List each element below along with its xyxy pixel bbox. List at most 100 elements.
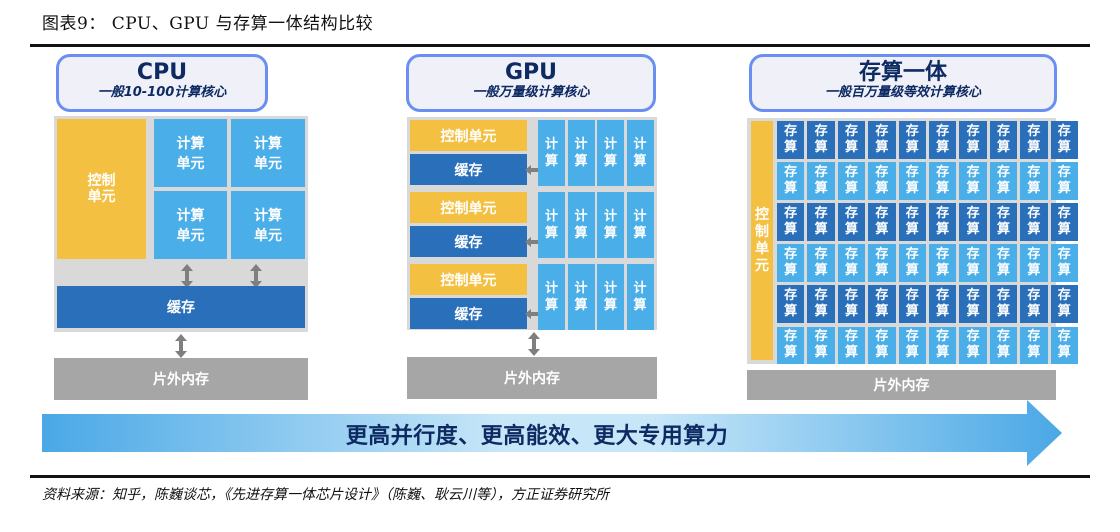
- compute-label: 计算单元: [254, 208, 282, 244]
- cim-cell-label: 存算: [996, 247, 1010, 279]
- cim-compute-cell: 存算: [959, 285, 987, 323]
- gpu-control-unit: 控制单元: [410, 120, 527, 151]
- cim-compute-cell: 存算: [777, 203, 805, 241]
- cim-cell-label: 存算: [905, 247, 919, 279]
- cim-cell-label: 存算: [784, 247, 798, 279]
- gpu-title: GPU: [504, 60, 558, 85]
- cim-compute-cell: 存算: [929, 326, 957, 364]
- cim-cell-label: 存算: [875, 288, 889, 320]
- cim-compute-cell: 存算: [868, 121, 896, 159]
- cim-compute-cell: 存算: [1050, 203, 1078, 241]
- cim-cell-label: 存算: [996, 288, 1010, 320]
- gpu-compute-unit: 计算: [567, 192, 595, 258]
- cim-cell-label: 存算: [936, 123, 950, 155]
- gpu-compute-unit: 计算: [538, 120, 565, 186]
- cim-compute-cell: 存算: [898, 244, 926, 282]
- cache-label: 缓存: [167, 300, 195, 316]
- cim-cell-label: 存算: [966, 123, 980, 155]
- cim-compute-cell: 存算: [898, 285, 926, 323]
- gpu-compute-unit-label: 计算: [574, 209, 588, 241]
- compute-label: 计算单元: [176, 136, 205, 172]
- cim-cell-label: 存算: [784, 329, 798, 361]
- cim-control-label: 控制单元: [755, 206, 769, 274]
- gpu-compute-unit: 计算: [567, 120, 595, 186]
- gpu-chip: 控制单元 缓存 计算 计算 计算 计算 控制单元 缓存 计算 计算 计算 计算 控制单元 缓存 计算 计算 计算…: [407, 117, 657, 330]
- top-rule: [30, 44, 1090, 47]
- bidirectional-arrow-icon: [250, 264, 262, 288]
- gpu-compute-unit: 计算: [597, 264, 624, 330]
- gpu-compute-unit: 计算: [626, 192, 654, 258]
- gpu-cache-label: 缓存: [454, 234, 483, 251]
- cim-cell-label: 存算: [1027, 205, 1041, 237]
- gpu-compute-unit-label: 计算: [574, 281, 588, 313]
- cim-compute-cell: 存算: [989, 244, 1018, 282]
- cim-cell-label: 存算: [875, 205, 889, 237]
- cim-cell-label: 存算: [784, 164, 798, 196]
- cim-compute-cell: 存算: [777, 162, 805, 200]
- gpu-compute-unit: 计算: [597, 192, 624, 258]
- cim-cell-label: 存算: [1057, 329, 1071, 361]
- cim-cell-label: 存算: [966, 205, 980, 237]
- gpu-cache-label: 缓存: [454, 306, 483, 323]
- cim-compute-cell: 存算: [959, 121, 987, 159]
- gpu-compute-unit-label: 计算: [633, 209, 647, 241]
- cim-compute-cell: 存算: [989, 285, 1018, 323]
- cim-cell-label: 存算: [814, 164, 828, 196]
- gpu-cache: 缓存: [410, 298, 527, 329]
- gpu-offchip-memory: 片外内存: [407, 357, 657, 399]
- cim-compute-cell: 存算: [837, 285, 866, 323]
- cim-cell-label: 存算: [966, 288, 980, 320]
- gpu-compute-unit: 计算: [597, 120, 624, 186]
- gpu-compute-unit-label: 计算: [574, 137, 588, 169]
- cim-compute-cell: 存算: [777, 326, 805, 364]
- cim-cell-label: 存算: [966, 329, 980, 361]
- cim-compute-cell: 存算: [1050, 285, 1078, 323]
- gpu-control-unit-label: 控制单元: [440, 128, 497, 145]
- cim-cell-label: 存算: [996, 123, 1010, 155]
- cim-compute-cell: 存算: [929, 203, 957, 241]
- cim-compute-cell: 存算: [837, 162, 866, 200]
- cim-control-unit: 控制单元: [751, 121, 773, 360]
- cim-compute-cell: 存算: [1020, 203, 1048, 241]
- cim-cell-label: 存算: [905, 164, 919, 196]
- cpu-offchip-memory: 片外内存: [54, 358, 308, 400]
- cim-compute-cell: 存算: [807, 162, 835, 200]
- cim-cell-label: 存算: [844, 288, 858, 320]
- gpu-compute-unit-label: 计算: [603, 209, 617, 241]
- cim-compute-cell: 存算: [1020, 162, 1048, 200]
- cpu-compute-unit: 计算单元: [231, 119, 305, 187]
- cim-cell-label: 存算: [814, 247, 828, 279]
- bottom-rule: [30, 475, 1090, 478]
- gpu-compute-unit-label: 计算: [603, 137, 617, 169]
- cim-compute-cell: 存算: [837, 121, 866, 159]
- cim-cell-label: 存算: [814, 329, 828, 361]
- source-note: 资料来源：知乎，陈巍谈芯，《先进存算一体芯片设计》（陈巍、耿云川等），方正证券研…: [42, 487, 609, 503]
- cim-compute-cell: 存算: [1050, 121, 1078, 159]
- cim-compute-cell: 存算: [777, 285, 805, 323]
- cim-cell-label: 存算: [1027, 123, 1041, 155]
- cim-cell-label: 存算: [875, 164, 889, 196]
- gpu-control-unit-label: 控制单元: [440, 200, 497, 217]
- gpu-compute-unit-label: 计算: [544, 209, 558, 241]
- gpu-header: GPU 一般万量级计算核心: [406, 54, 656, 112]
- cim-cell-label: 存算: [905, 329, 919, 361]
- cim-cell-label: 存算: [996, 329, 1010, 361]
- gpu-control-unit: 控制单元: [410, 192, 527, 223]
- cpu-subtitle: 一般10-100计算核心: [97, 85, 227, 100]
- cim-cell-label: 存算: [936, 205, 950, 237]
- cim-compute-cell: 存算: [989, 162, 1018, 200]
- bidirectional-arrow-icon: [528, 332, 540, 356]
- cim-compute-cell: 存算: [959, 326, 987, 364]
- cim-compute-cell: 存算: [868, 326, 896, 364]
- cim-compute-cell: 存算: [807, 203, 835, 241]
- gpu-compute-unit-label: 计算: [544, 137, 558, 169]
- cim-compute-cell: 存算: [1020, 121, 1048, 159]
- cpu-title: CPU: [136, 60, 188, 85]
- cim-compute-cell: 存算: [807, 285, 835, 323]
- cim-compute-cell: 存算: [777, 244, 805, 282]
- cim-compute-cell: 存算: [1050, 162, 1078, 200]
- cim-header: 存算一体 一般百万量级等效计算核心: [749, 54, 1057, 112]
- cpu-compute-unit: 计算单元: [154, 119, 227, 187]
- cim-cell-label: 存算: [814, 123, 828, 155]
- cpu-chip: 控制单元 计算单元 计算单元 计算单元 计算单元 缓存: [54, 116, 308, 332]
